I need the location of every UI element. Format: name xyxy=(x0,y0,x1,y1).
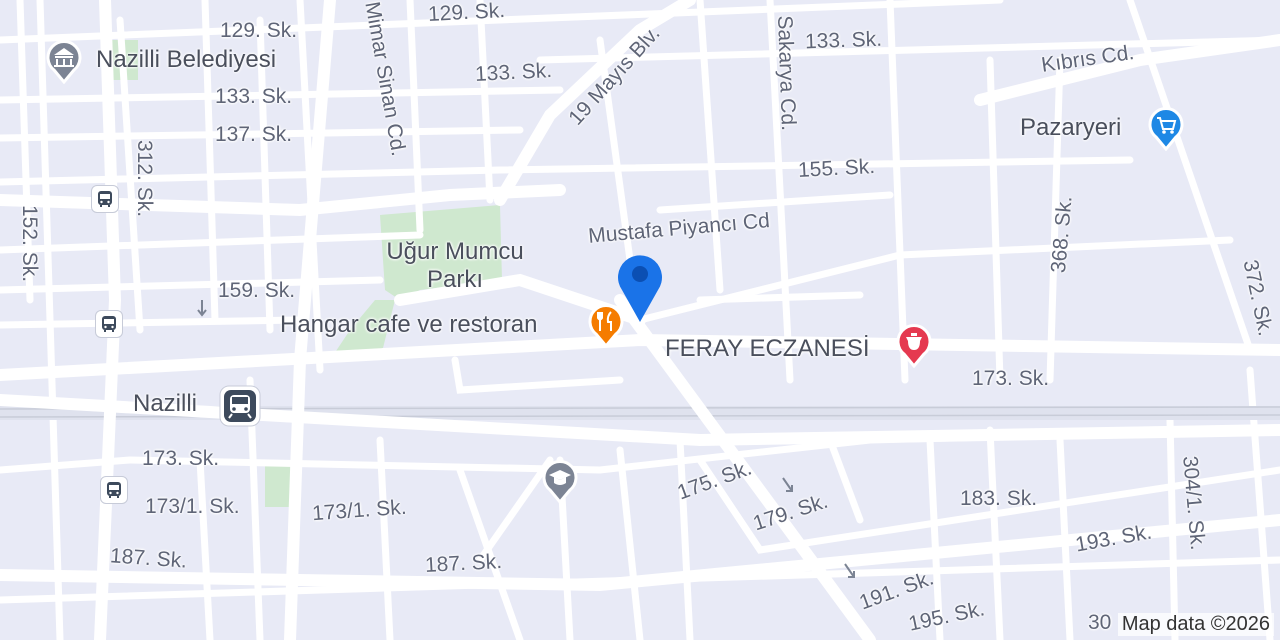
shopping-cart-icon[interactable] xyxy=(1146,103,1186,151)
poi-label-eczane[interactable]: FERAY ECZANESİ xyxy=(665,337,870,361)
street-label: 152. Sk. xyxy=(18,205,41,283)
poi-label-pazaryeri[interactable]: Pazaryeri xyxy=(1020,116,1121,140)
one-way-arrow-icon xyxy=(782,477,793,492)
train-icon[interactable] xyxy=(218,384,262,428)
pharmacy-icon[interactable] xyxy=(894,320,934,368)
school-icon[interactable] xyxy=(540,456,580,504)
street-label: 133. Sk. xyxy=(215,85,293,108)
street-label: 129. Sk. xyxy=(220,19,298,42)
street-label: 159. Sk. xyxy=(218,279,296,302)
bus-icon[interactable] xyxy=(91,185,119,213)
street-label: 129. Sk. xyxy=(427,0,506,27)
street-label: 312. Sk. xyxy=(133,140,156,218)
poi-label-hangar[interactable]: Hangar cafe ve restoran xyxy=(280,313,537,337)
poi-label-park[interactable]: Uğur Mumcu Parkı xyxy=(370,238,540,294)
street-label: 30 xyxy=(1088,611,1112,634)
street-label: 173. Sk. xyxy=(972,367,1050,390)
street-label: 183. Sk. xyxy=(960,487,1038,510)
street-label: 133. Sk. xyxy=(804,27,883,54)
one-way-arrow-icon xyxy=(844,563,855,578)
street-label: 137. Sk. xyxy=(215,123,293,146)
bus-icon[interactable] xyxy=(100,476,128,504)
street-label: 155. Sk. xyxy=(797,154,876,183)
street-label: 187. Sk. xyxy=(109,544,188,573)
poi-label-belediye[interactable]: Nazilli Belediyesi xyxy=(96,48,276,72)
poi-label-station[interactable]: Nazilli xyxy=(133,392,197,416)
government-building-icon[interactable] xyxy=(44,36,84,84)
street-label: 187. Sk. xyxy=(424,549,503,578)
map-attribution[interactable]: Map data ©2026 xyxy=(1117,613,1274,636)
street-label: Sakarya Cd. xyxy=(773,14,801,132)
street-label: 173. Sk. xyxy=(142,447,220,470)
map-canvas[interactable]: 129. Sk. 129. Sk. 133. Sk. 133. Sk. 133.… xyxy=(0,0,1280,640)
one-way-arrow-icon xyxy=(197,300,207,317)
bus-icon[interactable] xyxy=(95,310,123,338)
street-label: 133. Sk. xyxy=(474,58,553,87)
location-pin-icon[interactable] xyxy=(614,252,666,324)
street-label: 173/1. Sk. xyxy=(145,495,240,518)
